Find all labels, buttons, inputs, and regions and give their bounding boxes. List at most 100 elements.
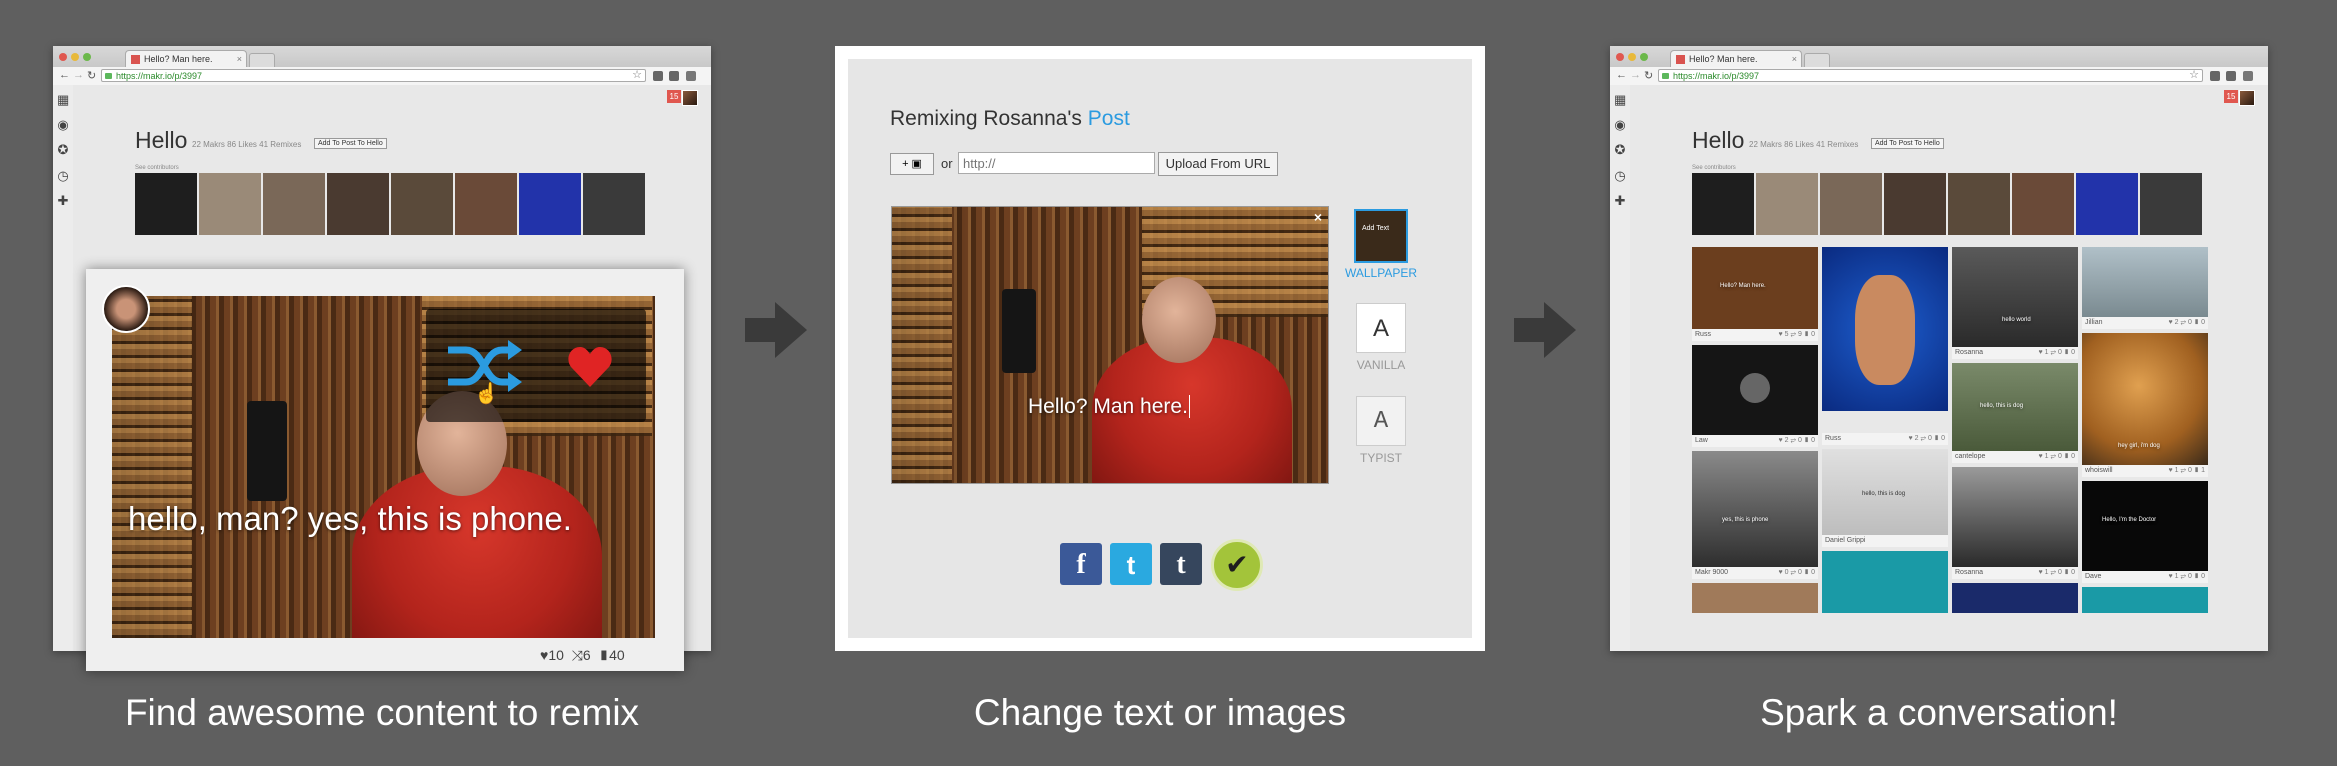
image-url-input[interactable] <box>958 152 1155 174</box>
new-tab-button[interactable] <box>249 53 275 68</box>
grid-tile[interactable]: hello, this is dog Daniel Grippi <box>1822 449 1948 547</box>
grid-tile[interactable]: yes, this is phone Makr 9000 ♥ 0 ⥂ 0 ▮ 0 <box>1692 451 1818 579</box>
notification-badge[interactable]: 15 <box>667 90 681 103</box>
contributor-thumb[interactable] <box>1820 173 1882 235</box>
contributor-thumb[interactable] <box>199 173 261 235</box>
comment-count-icon[interactable]: ▮ <box>598 647 609 663</box>
grid-tile[interactable]: hello world Rosanna ♥ 1 ⥂ 0 ▮ 0 <box>1952 247 2078 359</box>
style-option-wallpaper[interactable]: Add Text <box>1354 209 1408 263</box>
url-field[interactable]: https://makr.io/p/3997 ☆ <box>101 69 646 82</box>
star-icon[interactable]: ✪ <box>1614 143 1626 156</box>
extension-icon-2[interactable] <box>669 71 679 81</box>
contributor-thumb[interactable] <box>135 173 197 235</box>
bookmark-star-icon[interactable]: ☆ <box>2189 69 2199 82</box>
add-to-post-button[interactable]: Add To Post To Hello <box>314 138 387 149</box>
browser-tab[interactable]: Hello? Man here. × <box>125 50 247 67</box>
grid-tile[interactable]: Hello, I'm the Doctor Dave ♥ 1 ⥂ 0 ▮ 0 <box>2082 481 2208 583</box>
avatar[interactable] <box>2239 90 2255 106</box>
star-icon[interactable]: ✪ <box>57 143 69 156</box>
grid-tile[interactable] <box>2082 587 2208 613</box>
contributor-thumb[interactable] <box>327 173 389 235</box>
forward-icon[interactable]: → <box>1630 69 1641 81</box>
style-label-wallpaper[interactable]: WALLPAPER <box>1338 266 1424 280</box>
contributor-thumb[interactable] <box>1692 173 1754 235</box>
plus-icon[interactable]: ✚ <box>57 194 69 207</box>
grid-tile[interactable]: hello, this is dog cantelope ♥ 1 ⥂ 0 ▮ 0 <box>1952 363 2078 463</box>
close-icon[interactable]: × <box>1314 209 1322 225</box>
post-card[interactable]: ☝ hello, man? yes, this is phone. ♥10 ⤨6… <box>86 269 684 671</box>
grid-icon[interactable]: ▦ <box>57 93 69 106</box>
minimize-window-icon[interactable] <box>71 53 79 61</box>
new-tab-button[interactable] <box>1804 53 1830 68</box>
style-label-vanilla[interactable]: VANILLA <box>1338 358 1424 372</box>
contributor-thumb[interactable] <box>1948 173 2010 235</box>
browser-tab[interactable]: Hello? Man here. × <box>1670 50 1802 67</box>
bookmark-star-icon[interactable]: ☆ <box>632 69 642 82</box>
style-option-vanilla[interactable]: A <box>1356 303 1406 353</box>
extension-icon[interactable] <box>2210 71 2220 81</box>
reload-icon[interactable]: ↻ <box>87 69 96 82</box>
clock-icon[interactable]: ◷ <box>57 169 69 182</box>
editable-caption[interactable]: Hello? Man here. <box>1028 395 1190 419</box>
url-field[interactable]: https://makr.io/p/3997 ☆ <box>1658 69 2203 82</box>
close-tab-icon[interactable]: × <box>237 51 242 67</box>
author-avatar[interactable] <box>102 285 150 333</box>
contributor-thumb[interactable] <box>391 173 453 235</box>
post-link[interactable]: Post <box>1088 107 1130 130</box>
close-tab-icon[interactable]: × <box>1792 51 1797 67</box>
contributor-thumb[interactable] <box>263 173 325 235</box>
editable-image[interactable]: Hello? Man here. × <box>892 207 1328 483</box>
camera-button[interactable]: + ▣ <box>890 153 934 175</box>
grid-tile[interactable] <box>1822 551 1948 613</box>
plus-icon[interactable]: ✚ <box>1614 194 1626 207</box>
contributor-thumb[interactable] <box>583 173 645 235</box>
maximize-window-icon[interactable] <box>1640 53 1648 61</box>
forward-icon[interactable]: → <box>73 69 84 81</box>
contributor-thumb[interactable] <box>1756 173 1818 235</box>
upload-from-url-button[interactable]: Upload From URL <box>1158 152 1278 176</box>
chat-icon[interactable]: ◉ <box>57 118 69 131</box>
grid-tile[interactable]: Rosanna ♥ 1 ⥂ 0 ▮ 0 <box>1952 467 2078 579</box>
notification-badge[interactable]: 15 <box>2224 90 2238 103</box>
grid-tile[interactable]: Hello? Man here. Russ ♥ 5 ⥂ 9 ▮ 0 <box>1692 247 1818 341</box>
remix-count-icon[interactable]: ⤨ <box>572 647 583 663</box>
grid-tile[interactable]: Russ ♥ 2 ⥂ 0 ▮ 0 <box>1822 247 1948 445</box>
post-image[interactable]: ☝ hello, man? yes, this is phone. <box>112 296 655 638</box>
back-icon[interactable]: ← <box>1616 69 1627 81</box>
chat-icon[interactable]: ◉ <box>1614 118 1626 131</box>
avatar[interactable] <box>682 90 698 106</box>
maximize-window-icon[interactable] <box>83 53 91 61</box>
contributor-thumb[interactable] <box>1884 173 1946 235</box>
wrench-icon[interactable] <box>2243 71 2253 81</box>
contributor-thumb[interactable] <box>455 173 517 235</box>
back-icon[interactable]: ← <box>59 69 70 81</box>
style-label-typist[interactable]: TYPIST <box>1338 451 1424 465</box>
grid-tile[interactable]: Jillian ♥ 2 ⥂ 0 ▮ 0 <box>2082 247 2208 329</box>
contributor-thumb[interactable] <box>519 173 581 235</box>
play-icon[interactable] <box>1740 373 1770 403</box>
grid-tile[interactable]: hey girl, i'm dog whoiswill ♥ 1 ⥂ 0 ▮ 1 <box>2082 333 2208 477</box>
reload-icon[interactable]: ↻ <box>1644 69 1653 82</box>
clock-icon[interactable]: ◷ <box>1614 169 1626 182</box>
extension-icon-2[interactable] <box>2226 71 2236 81</box>
grid-tile[interactable] <box>1692 583 1818 613</box>
tumblr-share-button[interactable]: t <box>1160 543 1202 585</box>
grid-tile[interactable] <box>1952 583 2078 613</box>
add-to-post-button[interactable]: Add To Post To Hello <box>1871 138 1944 149</box>
minimize-window-icon[interactable] <box>1628 53 1636 61</box>
close-window-icon[interactable] <box>1616 53 1624 61</box>
grid-icon[interactable]: ▦ <box>1614 93 1626 106</box>
extension-icon[interactable] <box>653 71 663 81</box>
contributor-thumb[interactable] <box>2076 173 2138 235</box>
tile-meta: Russ ♥ 2 ⥂ 0 ▮ 0 <box>1822 433 1948 445</box>
contributor-thumb[interactable] <box>2012 173 2074 235</box>
close-window-icon[interactable] <box>59 53 67 61</box>
like-heart-icon[interactable] <box>567 345 613 389</box>
facebook-share-button[interactable]: f <box>1060 543 1102 585</box>
twitter-share-button[interactable]: t <box>1110 543 1152 585</box>
grid-tile[interactable]: Law ♥ 2 ⥂ 0 ▮ 0 <box>1692 345 1818 447</box>
wrench-icon[interactable] <box>686 71 696 81</box>
done-check-button[interactable]: ✔ <box>1211 539 1263 591</box>
contributor-thumb[interactable] <box>2140 173 2202 235</box>
style-option-typist[interactable]: A <box>1356 396 1406 446</box>
